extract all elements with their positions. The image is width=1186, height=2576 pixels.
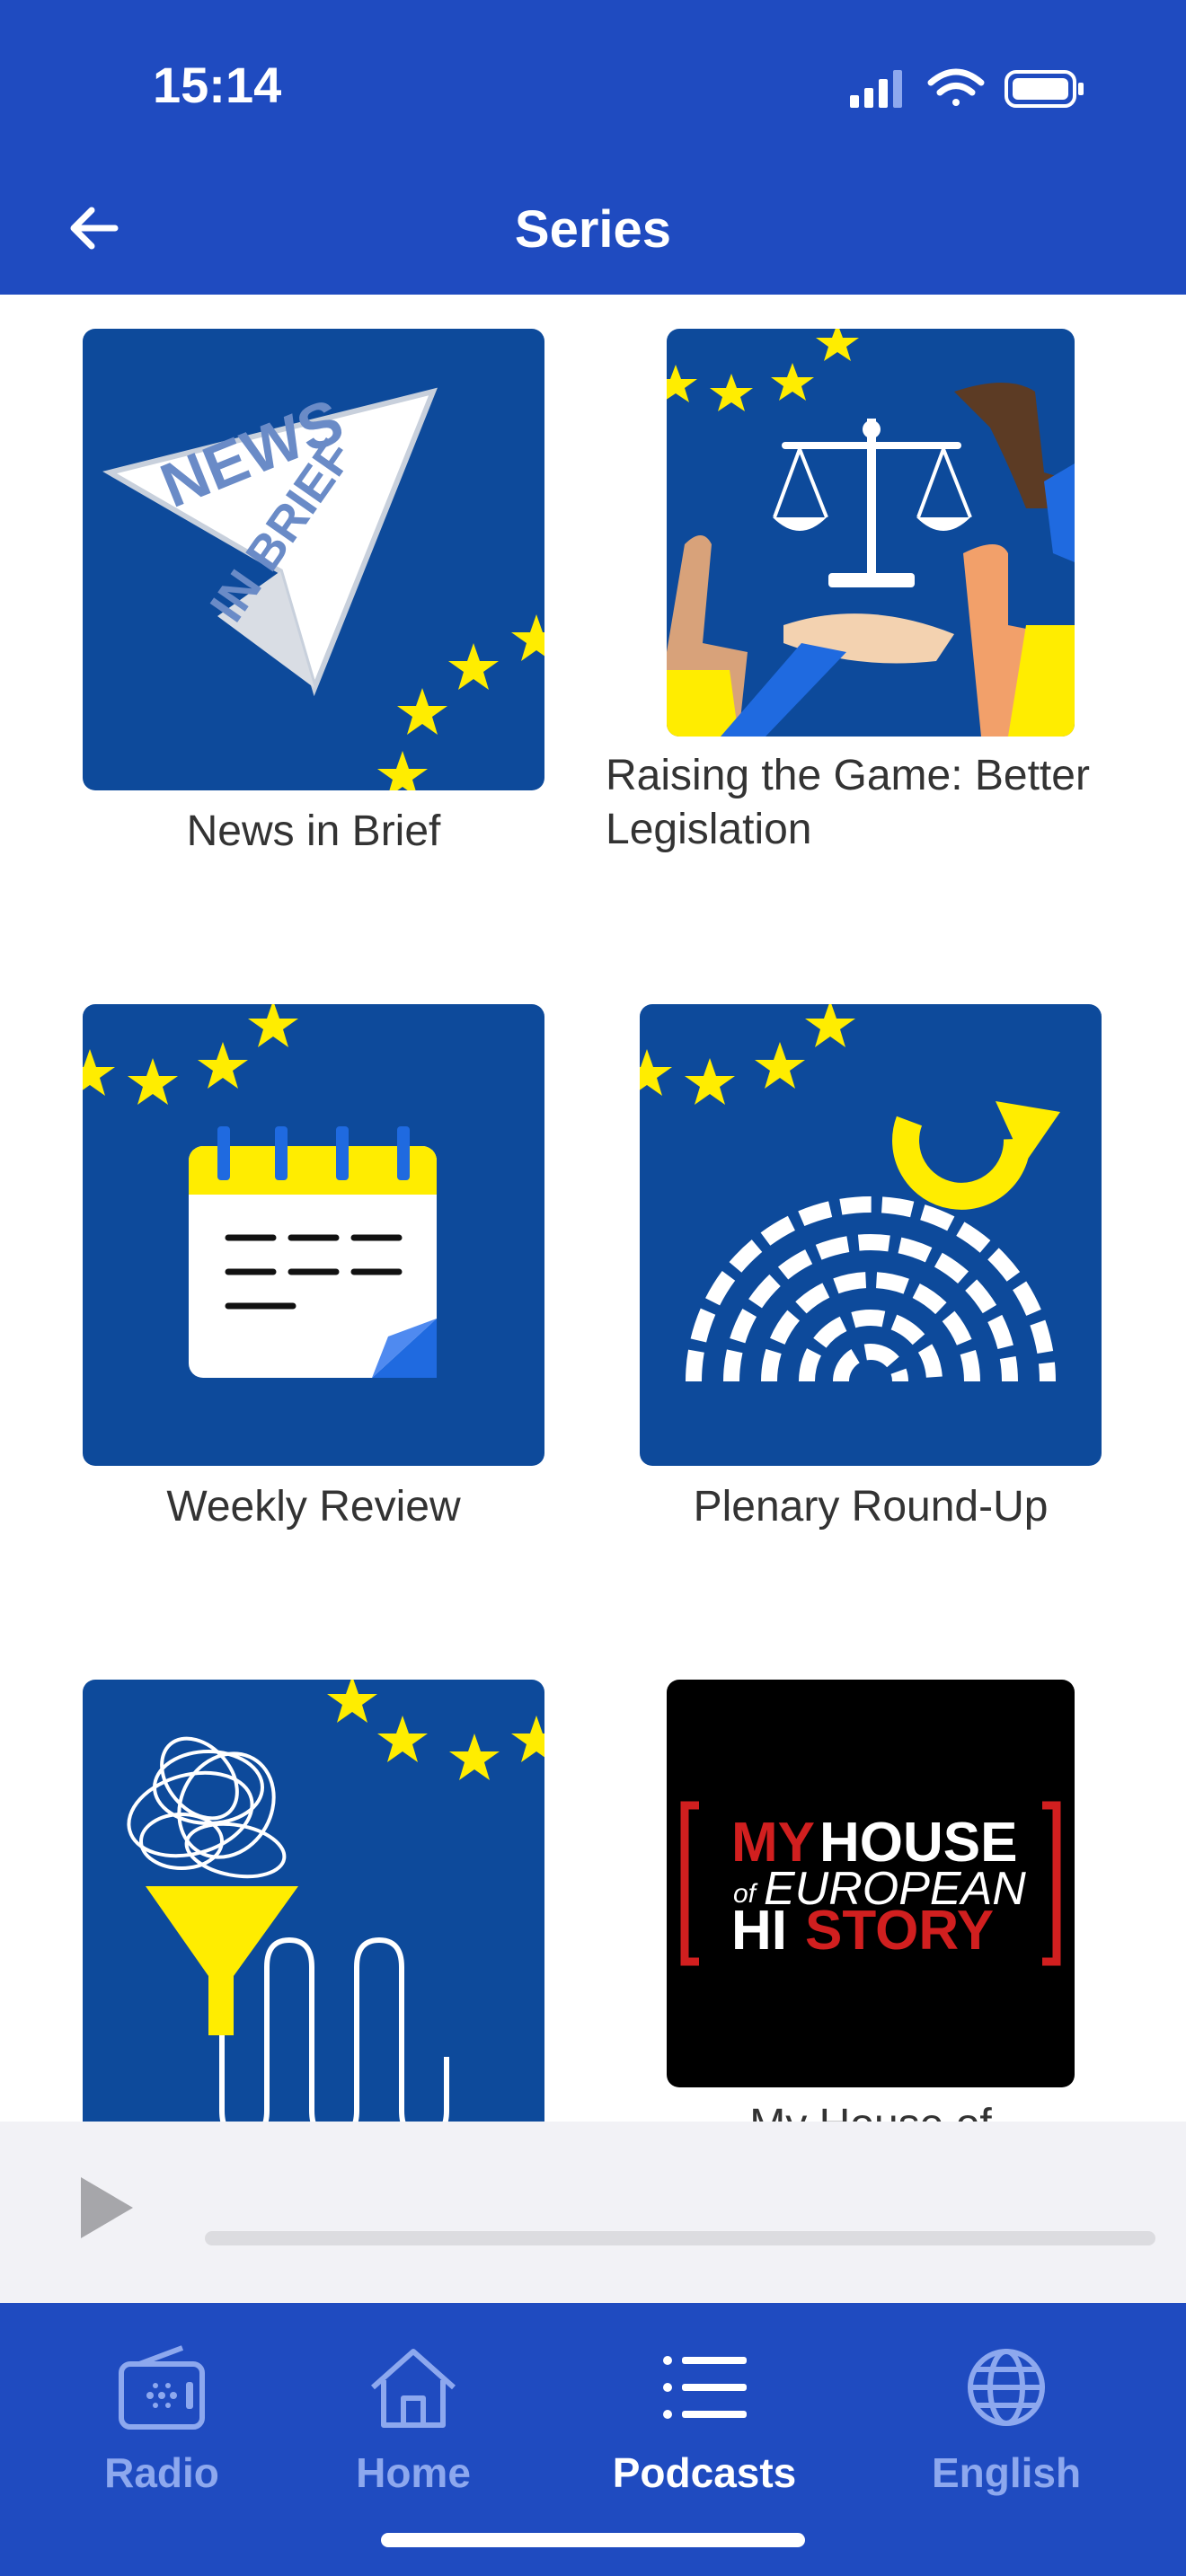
series-title: Weekly Review	[166, 1483, 461, 1531]
svg-text:HI: HI	[731, 1900, 787, 1962]
list-icon	[663, 2356, 747, 2419]
series-grid: NEWS IN BRIEF News in Brief Raising the …	[0, 295, 1186, 2122]
tab-podcasts[interactable]: Podcasts	[570, 2342, 839, 2504]
series-title: Raising the Game: Better Legislation	[606, 752, 1090, 853]
play-icon[interactable]	[75, 2172, 138, 2244]
series-title: My House of European History	[667, 2098, 1075, 2122]
tab-home[interactable]: Home	[279, 2342, 548, 2504]
battery-icon	[1005, 70, 1084, 108]
tab-label: Podcasts	[612, 2449, 797, 2496]
series-cover: NEWS IN BRIEF	[83, 329, 544, 790]
tab-radio[interactable]: Radio	[27, 2342, 296, 2504]
playback-progress-bar[interactable]	[205, 2231, 1155, 2245]
series-cover	[83, 1680, 544, 2122]
series-title: News in Brief	[186, 807, 441, 855]
globe-icon	[968, 2349, 1045, 2426]
series-cover: MY HOUSE of EUROPEAN HI STORY	[667, 1680, 1075, 2087]
tab-english[interactable]: English	[872, 2342, 1141, 2504]
svg-text:STORY: STORY	[805, 1900, 994, 1962]
series-title: Plenary Round-Up	[693, 1483, 1049, 1531]
tab-label: English	[931, 2449, 1082, 2496]
home-icon	[371, 2349, 456, 2428]
series-card-my-house-of-european-history[interactable]: MY HOUSE of EUROPEAN HI STORY My House o…	[667, 1680, 1076, 2122]
series-cover	[640, 1004, 1102, 1466]
series-cover	[667, 329, 1075, 737]
top-header: 15:14 Series	[0, 0, 1186, 295]
series-cover	[83, 1004, 544, 1466]
series-card-raising-the-game[interactable]: Raising the Game: Better Legislation	[604, 329, 1134, 904]
mini-player	[0, 2122, 1186, 2303]
radio-icon	[119, 2345, 205, 2430]
wifi-icon	[927, 68, 985, 106]
status-icons	[850, 68, 1084, 108]
tab-label: Home	[356, 2449, 471, 2496]
cellular-signal-icon	[850, 70, 902, 108]
series-card-weekly-review[interactable]: Weekly Review	[83, 1004, 546, 1543]
status-time: 15:14	[153, 57, 282, 113]
tab-label: Radio	[104, 2449, 219, 2496]
series-card-news-in-brief[interactable]: NEWS IN BRIEF News in Brief	[83, 329, 546, 868]
series-card-5[interactable]	[83, 1680, 546, 2122]
page-title: Series	[514, 200, 672, 259]
series-card-plenary-round-up[interactable]: Plenary Round-Up	[640, 1004, 1103, 1543]
home-indicator	[381, 2533, 805, 2547]
